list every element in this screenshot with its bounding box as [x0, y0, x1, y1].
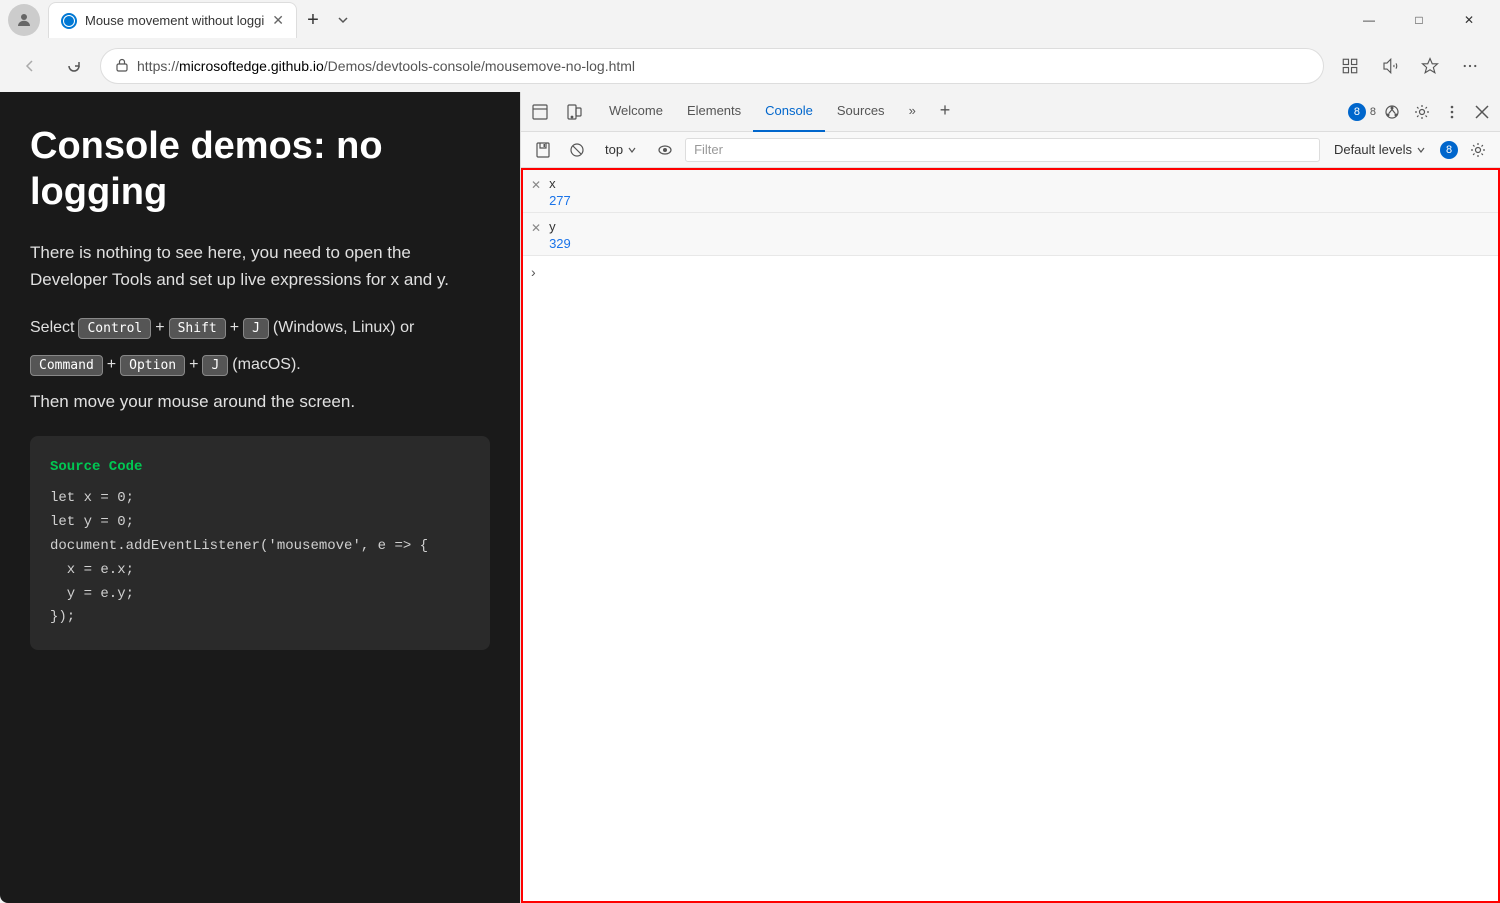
toolbar-icons: [1332, 48, 1488, 84]
webpage: Console demos: no logging There is nothi…: [0, 92, 520, 903]
code-line-1: let x = 0;: [50, 487, 470, 511]
context-selector[interactable]: top: [597, 140, 645, 159]
title-bar: Mouse movement without loggi ✕ + — □ ✕: [0, 0, 1500, 40]
tab-favicon: [61, 13, 77, 29]
filter-input[interactable]: [685, 138, 1320, 162]
code-block: Source Code let x = 0; let y = 0; docume…: [30, 436, 490, 651]
favorites-icon[interactable]: [1412, 48, 1448, 84]
page-description: There is nothing to see here, you need t…: [30, 239, 490, 293]
console-output: ✕ x 277 ✕ y 329 ›: [521, 168, 1500, 903]
tab-bar: Mouse movement without loggi ✕ +: [48, 2, 1338, 38]
tab-console[interactable]: Console: [753, 92, 825, 132]
collections-icon[interactable]: [1332, 48, 1368, 84]
level-count: 8: [1440, 141, 1458, 159]
window-controls: — □ ✕: [1346, 4, 1492, 36]
close-button[interactable]: ✕: [1446, 4, 1492, 36]
save-log-button[interactable]: [529, 136, 557, 164]
settings-gear-icon[interactable]: [1408, 98, 1436, 126]
tab-close-button[interactable]: ✕: [272, 12, 284, 29]
refresh-button[interactable]: [56, 48, 92, 84]
entry-y-value: 329: [549, 236, 571, 251]
console-prompt[interactable]: ›: [523, 256, 1498, 288]
console-entry-x: ✕ x 277: [523, 170, 1498, 213]
device-emulation-icon[interactable]: [559, 97, 589, 127]
console-settings-icon[interactable]: [1464, 136, 1492, 164]
back-button[interactable]: [12, 48, 48, 84]
shortcut-line-mac: Command + Option + J (macOS).: [30, 355, 490, 376]
levels-label: Default levels: [1334, 142, 1412, 157]
code-line-6: });: [50, 606, 470, 630]
context-label: top: [605, 142, 623, 157]
inspect-element-icon[interactable]: [525, 97, 555, 127]
tab-welcome[interactable]: Welcome: [597, 92, 675, 132]
code-label: Source Code: [50, 456, 470, 480]
read-aloud-icon[interactable]: [1372, 48, 1408, 84]
devtools-tabs: Welcome Elements Console Sources » + 8 8: [521, 92, 1500, 132]
shift-key: Shift: [169, 318, 226, 339]
tab-sources[interactable]: Sources: [825, 92, 897, 132]
command-key: Command: [30, 355, 103, 376]
entry-x-col: x 277: [549, 174, 571, 208]
j-key-mac: J: [202, 355, 228, 376]
eye-filter-icon[interactable]: [651, 136, 679, 164]
entry-x-value: 277: [549, 193, 571, 208]
levels-selector[interactable]: Default levels: [1326, 140, 1434, 159]
address-bar: https://microsoftedge.github.io/Demos/de…: [0, 40, 1500, 92]
more-options-icon[interactable]: [1438, 98, 1466, 126]
then-text: Then move your mouse around the screen.: [30, 392, 490, 412]
devtools-panel: Welcome Elements Console Sources » + 8 8: [520, 92, 1500, 903]
shortcut-line-windows: Select Control + Shift + J (Windows, Lin…: [30, 318, 490, 339]
mac-suffix: (macOS).: [232, 356, 300, 374]
code-line-2: let y = 0;: [50, 511, 470, 535]
new-tab-button[interactable]: +: [297, 4, 329, 36]
entry-y-col: y 329: [549, 217, 571, 251]
clear-console-button[interactable]: [563, 136, 591, 164]
page-title: Console demos: no logging: [30, 124, 490, 215]
browser-window: Mouse movement without loggi ✕ + — □ ✕: [0, 0, 1500, 903]
prompt-chevron-icon: ›: [531, 264, 536, 280]
option-key: Option: [120, 355, 185, 376]
select-text: Select: [30, 319, 74, 337]
j-key: J: [243, 318, 269, 339]
control-key: Control: [78, 318, 151, 339]
tab-add-icon[interactable]: +: [928, 92, 963, 132]
network-icon[interactable]: [1378, 98, 1406, 126]
minimize-button[interactable]: —: [1346, 4, 1392, 36]
profile-icon[interactable]: [8, 4, 40, 36]
code-line-4: x = e.x;: [50, 559, 470, 583]
browser-more-icon[interactable]: [1452, 48, 1488, 84]
tab-elements[interactable]: Elements: [675, 92, 753, 132]
browser-content: Console demos: no logging There is nothi…: [0, 92, 1500, 903]
notification-badge: 8: [1348, 103, 1366, 121]
console-entry-y: ✕ y 329: [523, 213, 1498, 256]
close-devtools-button[interactable]: [1468, 98, 1496, 126]
code-line-5: y = e.y;: [50, 583, 470, 607]
entry-y-name: y: [549, 217, 571, 234]
active-tab[interactable]: Mouse movement without loggi ✕: [48, 2, 297, 38]
level-badge: 8: [1440, 141, 1458, 159]
address-url: https://microsoftedge.github.io/Demos/de…: [137, 58, 1309, 74]
devtools-tab-icons: [525, 97, 589, 127]
address-input[interactable]: https://microsoftedge.github.io/Demos/de…: [100, 48, 1324, 84]
entry-x-name: x: [549, 174, 571, 191]
close-entry-y-button[interactable]: ✕: [531, 217, 541, 235]
lock-icon: [115, 58, 129, 75]
code-line-3: document.addEventListener('mousemove', e…: [50, 535, 470, 559]
maximize-button[interactable]: □: [1396, 4, 1442, 36]
tab-title: Mouse movement without loggi: [85, 13, 264, 28]
tab-list-button[interactable]: [329, 6, 357, 34]
close-entry-x-button[interactable]: ✕: [531, 174, 541, 192]
windows-suffix: (Windows, Linux) or: [273, 319, 414, 337]
tab-more-icon[interactable]: »: [897, 92, 928, 132]
devtools-toolbar: top Default levels 8: [521, 132, 1500, 168]
devtools-tab-actions: 8 8: [1348, 98, 1496, 126]
